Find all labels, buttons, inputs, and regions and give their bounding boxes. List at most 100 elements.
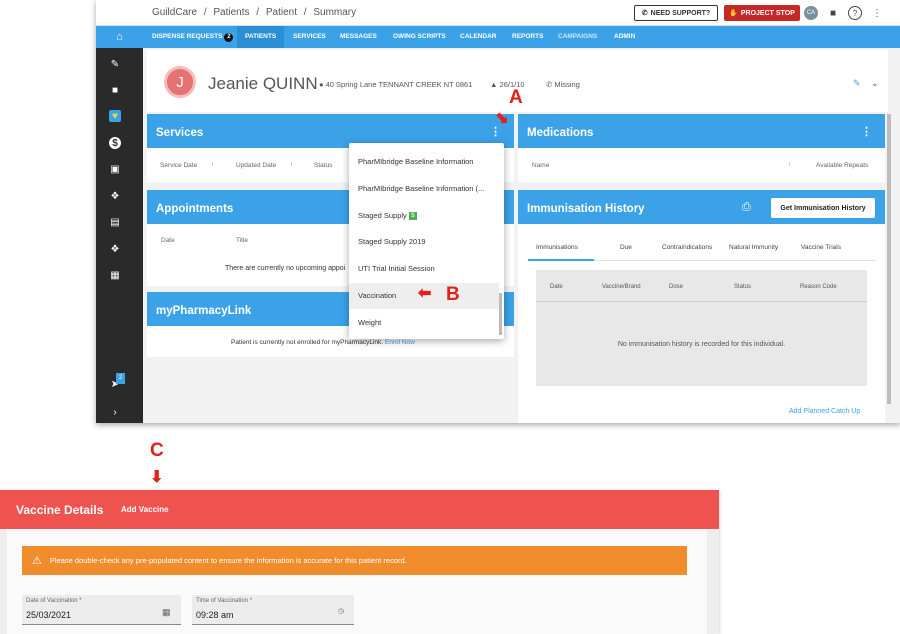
breadcrumb-patient[interactable]: Patient	[266, 7, 297, 18]
heart-icon[interactable]: ♥	[109, 110, 121, 122]
time-of-vaccination-field[interactable]: Time of Vaccination * 09:28 am ◷	[192, 595, 354, 625]
services-more-icon[interactable]: ⋮	[490, 125, 501, 138]
project-stop-button[interactable]: ✋ PROJECT STOP	[724, 5, 800, 21]
chat-icon[interactable]: ■	[826, 6, 840, 20]
cake-icon: ▲	[490, 80, 498, 89]
breadcrumb-separator: /	[256, 7, 260, 18]
staged-supply-label: Staged Supply	[358, 211, 407, 220]
print-icon[interactable]: ⎙	[742, 201, 751, 214]
enrol-now-link[interactable]: Enrol Now	[385, 339, 415, 346]
menu-item-staged-supply[interactable]: Staged Supply $	[358, 211, 417, 221]
menu-item-weight[interactable]: Weight	[358, 318, 381, 327]
tab-immunisations[interactable]: Immunisations	[536, 244, 578, 251]
time-of-vaccination-label: Time of Vaccination *	[196, 598, 253, 604]
mypharmacylink-status: Patient is currently not enrolled for my…	[231, 339, 384, 346]
tab-natural-immunity[interactable]: Natural Immunity	[729, 244, 778, 251]
menu-item-staged-supply-2019[interactable]: Staged Supply 2019	[358, 237, 426, 246]
menu-scrollbar[interactable]	[499, 293, 502, 335]
sort-arrow-icon[interactable]: ↑	[211, 161, 214, 168]
dollar-icon[interactable]: $	[109, 137, 121, 149]
nav-services[interactable]: SERVICES	[293, 26, 326, 48]
get-immunisation-history-button[interactable]: Get Immunisation History	[771, 198, 875, 218]
nav-reports[interactable]: REPORTS	[512, 26, 543, 48]
pencil-icon[interactable]: ✎	[109, 58, 121, 70]
help-icon[interactable]: ?	[848, 6, 862, 20]
appointments-empty: There are currently no upcoming appoi	[225, 265, 346, 272]
time-of-vaccination-value[interactable]: 09:28 am	[196, 610, 234, 620]
annotation-a: A	[509, 87, 523, 108]
menu-item-pharmibridge-baseline-2[interactable]: PharMIbridge Baseline Information (...	[358, 184, 484, 193]
home-icon[interactable]: ⌂	[96, 26, 143, 48]
col-imm-date: Date	[550, 284, 563, 290]
need-support-button[interactable]: ✆ NEED SUPPORT?	[634, 5, 718, 21]
more-vert-icon[interactable]: ⋮	[870, 6, 884, 20]
calendar-icon[interactable]: ▦	[162, 607, 171, 618]
clock-icon[interactable]: ◷	[338, 607, 344, 615]
warning-banner: ⚠ Please double-check any pre-populated …	[22, 546, 687, 575]
nav-messages[interactable]: MESSAGES	[340, 26, 377, 48]
breadcrumb-guildcare[interactable]: GuildCare	[152, 7, 197, 18]
clipboard-icon[interactable]: ▤	[109, 216, 121, 228]
tab-due[interactable]: Due	[620, 244, 632, 251]
menu-item-vaccination[interactable]: Vaccination	[358, 291, 396, 300]
breadcrumb-patients[interactable]: Patients	[213, 7, 249, 18]
page-scrollbar[interactable]	[887, 114, 891, 404]
date-of-vaccination-field[interactable]: Date of Vaccination * 25/03/2021 ▦	[22, 595, 181, 625]
vaccine-details-header: Vaccine Details Add Vaccine	[0, 490, 719, 529]
nav-owing-scripts[interactable]: OWING SCRIPTS	[393, 26, 446, 48]
chevron-down-icon[interactable]: ⌄	[871, 78, 879, 89]
medications-more-icon[interactable]: ⋮	[861, 125, 872, 138]
calendar-icon[interactable]: ▦	[109, 269, 121, 281]
vaccine-details-panel: Vaccine Details Add Vaccine ⚠ Please dou…	[0, 490, 719, 634]
sort-arrow-icon[interactable]: ↑	[290, 161, 293, 168]
breadcrumb-separator: /	[203, 7, 207, 18]
add-planned-catch-up-link[interactable]: Add Planned Catch Up	[789, 408, 860, 415]
chat-icon[interactable]: ■	[109, 84, 121, 96]
nav-calendar[interactable]: CALENDAR	[460, 26, 496, 48]
edit-icon[interactable]: ✎	[853, 78, 861, 89]
sort-arrow-icon[interactable]: ↑	[788, 161, 791, 168]
messages-badge: 2	[116, 373, 125, 384]
assignment-ind-icon[interactable]: ▣	[109, 163, 121, 175]
col-status[interactable]: Status	[314, 162, 332, 169]
medications-card: Medications ⋮ Name ↑ Available Repeats	[518, 114, 885, 182]
mypharmacylink-text: Patient is currently not enrolled for my…	[231, 339, 415, 346]
patient-address: ● 40 Spring Lane TENNANT CREEK NT 0861	[319, 80, 472, 89]
project-stop-label: PROJECT STOP	[740, 9, 795, 17]
col-updated-date[interactable]: Updated Date	[236, 162, 276, 169]
annotation-c: C	[150, 440, 164, 461]
date-of-vaccination-value[interactable]: 25/03/2021	[26, 610, 71, 620]
top-bar: GuildCare / Patients / Patient / Summary…	[96, 0, 900, 26]
nav-campaigns[interactable]: CAMPAIGNS	[558, 26, 597, 48]
col-service-date[interactable]: Service Date	[160, 162, 197, 169]
immunisation-tabs: Immunisations Due Contraindications Natu…	[528, 237, 876, 261]
patient-phone-text: Missing	[554, 80, 580, 89]
nav-admin[interactable]: ADMIN	[614, 26, 635, 48]
nav-dispense-requests[interactable]: DISPENSE REQUESTS 2	[152, 26, 234, 48]
patient-avatar: J	[164, 66, 196, 98]
vaccine-form: ⚠ Please double-check any pre-populated …	[7, 529, 707, 634]
breadcrumb-summary: Summary	[313, 7, 357, 18]
chevron-right-icon[interactable]: ›	[109, 406, 121, 418]
patient-phone: ✆ Missing	[546, 80, 580, 89]
tab-contraindications[interactable]: Contraindications	[662, 244, 712, 251]
tab-vaccine-trials[interactable]: Vaccine Trials	[801, 244, 841, 251]
need-support-label: NEED SUPPORT?	[650, 9, 711, 17]
nav-patients[interactable]: PATIENTS	[237, 26, 285, 48]
medications-title: Medications	[518, 114, 885, 148]
phone-icon: ✆	[546, 80, 553, 89]
col-title[interactable]: Title	[236, 237, 248, 244]
user-avatar[interactable]: CA	[804, 6, 818, 20]
main-nav: DISPENSE REQUESTS 2 PATIENTS SERVICES MES…	[96, 26, 900, 48]
puzzle-icon[interactable]: ❖	[109, 190, 121, 202]
col-available-repeats[interactable]: Available Repeats	[816, 162, 868, 169]
add-vaccine-tab[interactable]: Add Vaccine	[121, 505, 169, 514]
warning-text: Please double-check any pre-populated co…	[49, 556, 407, 565]
sidebar: ⌂ ✎ ■ ♥ $ ▣ ❖ ▤ ❖ ▦ ➤ 2 ›	[96, 26, 143, 423]
col-name[interactable]: Name	[532, 162, 549, 169]
puzzle-icon[interactable]: ❖	[109, 243, 121, 255]
immunisation-card: Immunisation History ⎙ Get Immunisation …	[518, 190, 885, 423]
col-date[interactable]: Date	[161, 237, 175, 244]
menu-item-pharmibridge-baseline[interactable]: PharMIbridge Baseline Information	[358, 157, 473, 166]
menu-item-uti-trial[interactable]: UTI Trial Initial Session	[358, 264, 435, 273]
